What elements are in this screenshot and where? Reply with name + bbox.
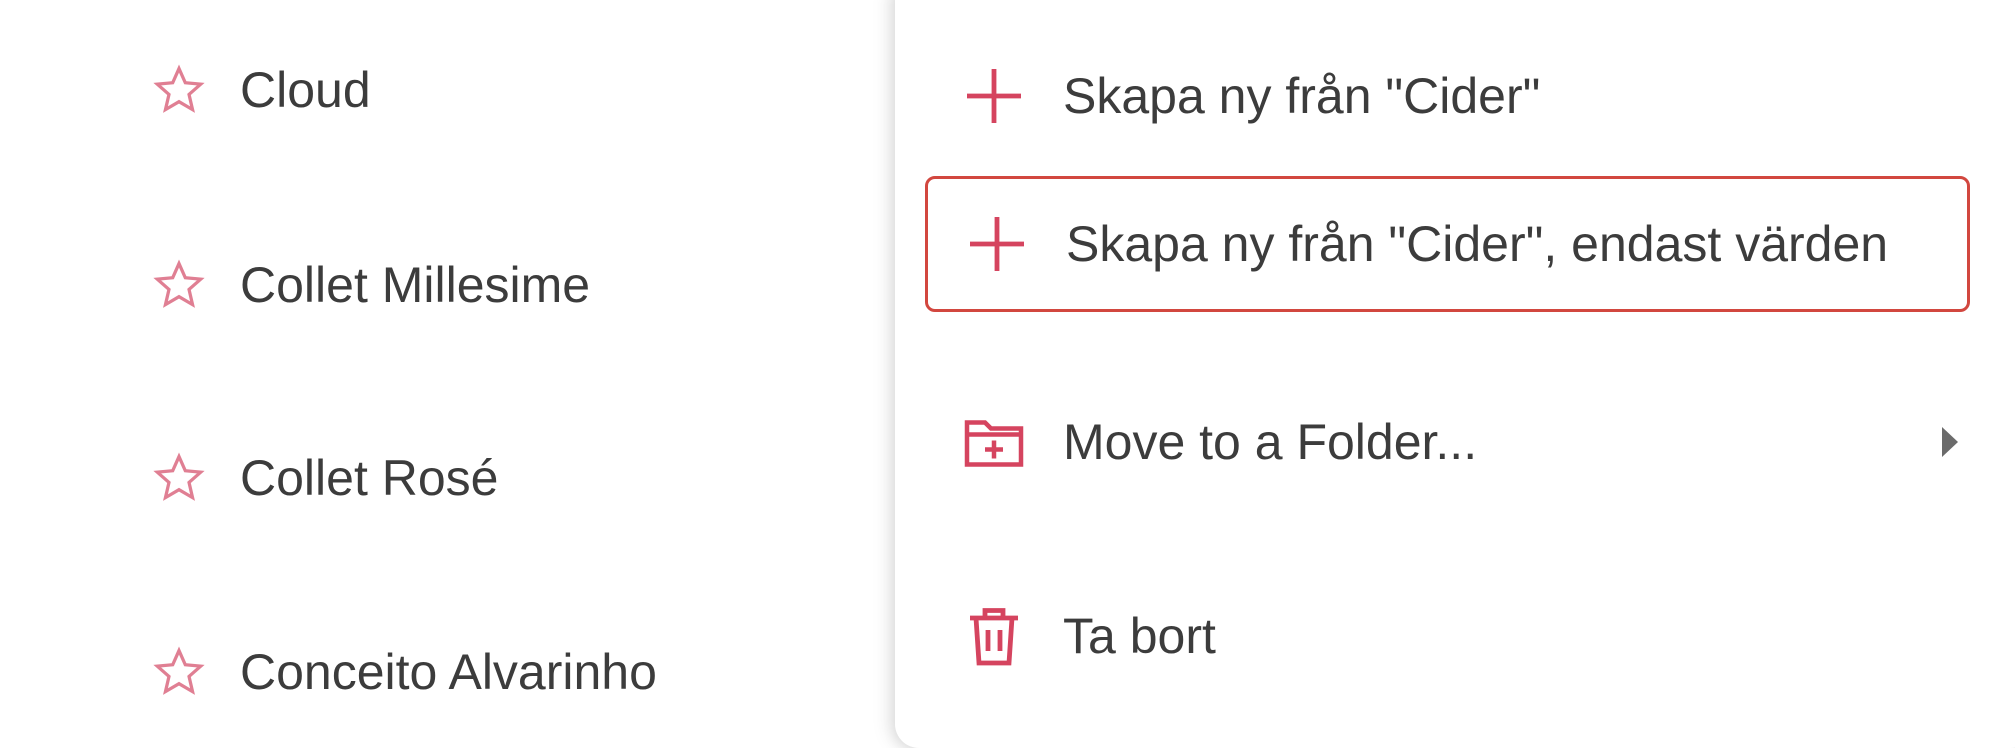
page: Cloud Collet Millesime Collet Rosé Conce…: [0, 0, 2015, 748]
star-outline-icon[interactable]: [150, 643, 208, 701]
list-item-label: Collet Millesime: [240, 257, 591, 313]
star-outline-icon[interactable]: [150, 256, 208, 314]
list-item[interactable]: Conceito Alvarinho: [150, 632, 657, 712]
menu-item-label: Move to a Folder...: [1063, 414, 1478, 470]
plus-icon: [958, 205, 1036, 283]
create-new-from-cider-menu-item[interactable]: Skapa ny från "Cider": [925, 28, 1970, 164]
list-item-label: Cloud: [240, 62, 371, 118]
move-to-folder-menu-item[interactable]: Move to a Folder...: [925, 374, 1970, 510]
create-new-from-cider-values-only-menu-item[interactable]: Skapa ny från "Cider", endast värden: [925, 176, 1970, 312]
favorites-list: Cloud Collet Millesime Collet Rosé Conce…: [0, 0, 895, 748]
submenu-arrow-icon: [1942, 427, 1958, 457]
context-menu: Skapa ny från "Cider" Skapa ny från "Cid…: [895, 0, 2015, 748]
star-outline-icon[interactable]: [150, 61, 208, 119]
star-outline-icon[interactable]: [150, 449, 208, 507]
list-item-label: Conceito Alvarinho: [240, 644, 657, 700]
list-item-label: Collet Rosé: [240, 450, 499, 506]
trash-icon: [955, 597, 1033, 675]
folder-add-icon: [955, 403, 1033, 481]
list-item[interactable]: Collet Rosé: [150, 438, 498, 518]
list-item[interactable]: Cloud: [150, 50, 371, 130]
menu-item-label: Skapa ny från "Cider", endast värden: [1066, 216, 1889, 272]
menu-item-label: Ta bort: [1063, 608, 1216, 664]
plus-icon: [955, 57, 1033, 135]
list-item[interactable]: Collet Millesime: [150, 245, 590, 325]
menu-item-label: Skapa ny från "Cider": [1063, 68, 1541, 124]
delete-menu-item[interactable]: Ta bort: [925, 568, 1970, 704]
